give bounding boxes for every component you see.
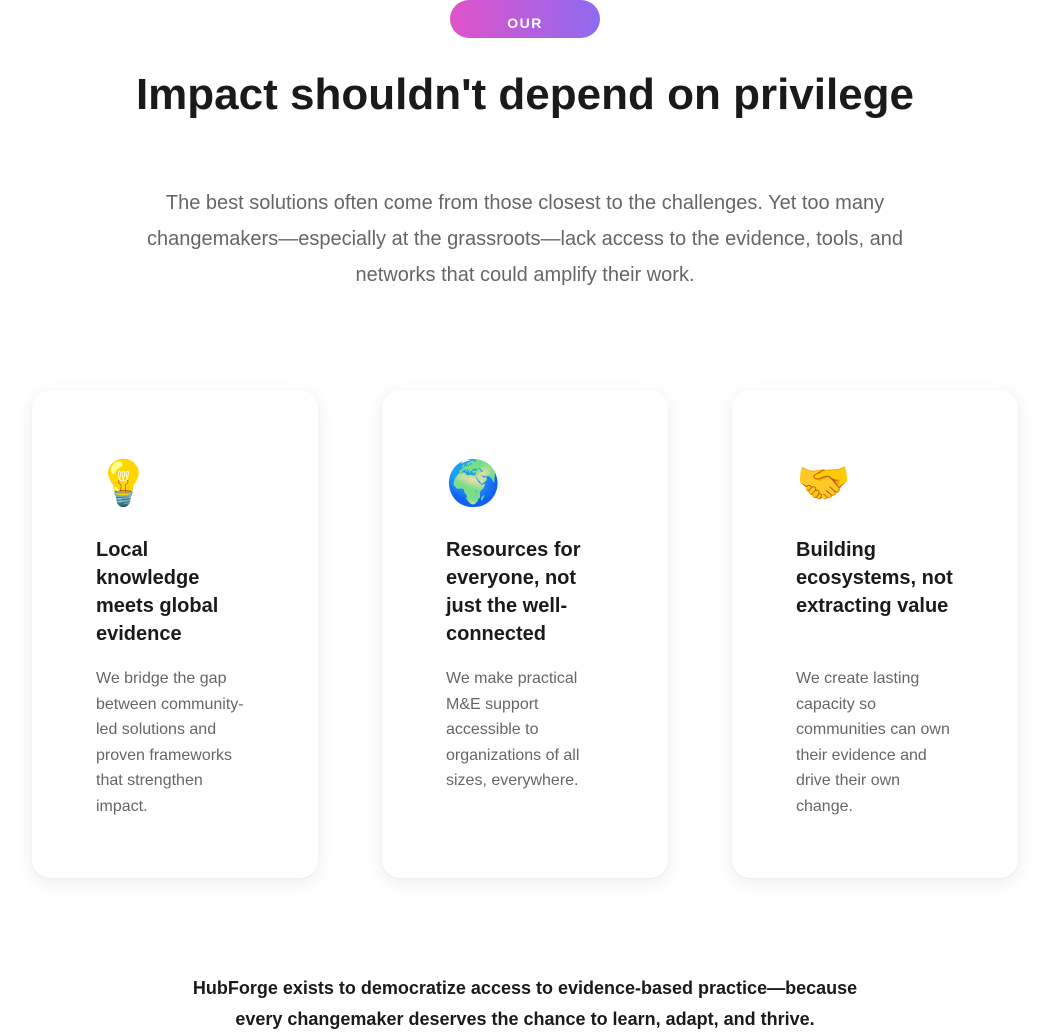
handshake-icon: 🤝 <box>796 458 851 509</box>
section-badge-label: OUR PURPOSE <box>491 15 558 38</box>
closing-statement: HubForge exists to democratize access to… <box>192 978 858 1029</box>
lightbulb-icon: 💡 <box>96 458 151 509</box>
section-title: Impact shouldn't depend on privilege <box>135 70 915 119</box>
card-description: We make practical M&E support accessible… <box>446 670 580 790</box>
section-badge: OUR PURPOSE <box>450 0 600 38</box>
card-title: Building ecosystems, not extracting valu… <box>796 539 953 617</box>
purpose-card-ecosystems: 🤝 Building ecosystems, not extracting va… <box>732 390 1018 878</box>
purpose-card-local-knowledge: 💡 Local knowledge meets global evidence … <box>32 390 318 878</box>
purpose-card-resources: 🌍 Resources for everyone, not just the w… <box>382 390 668 878</box>
card-description: We create lasting capacity so communitie… <box>796 670 950 815</box>
globe-icon: 🌍 <box>446 458 501 509</box>
card-description: We bridge the gap between community-led … <box>96 670 244 815</box>
section-lead-paragraph: The best solutions often come from those… <box>147 192 903 286</box>
card-title: Resources for everyone, not just the wel… <box>446 539 581 645</box>
card-title: Local knowledge meets global evidence <box>96 539 219 645</box>
